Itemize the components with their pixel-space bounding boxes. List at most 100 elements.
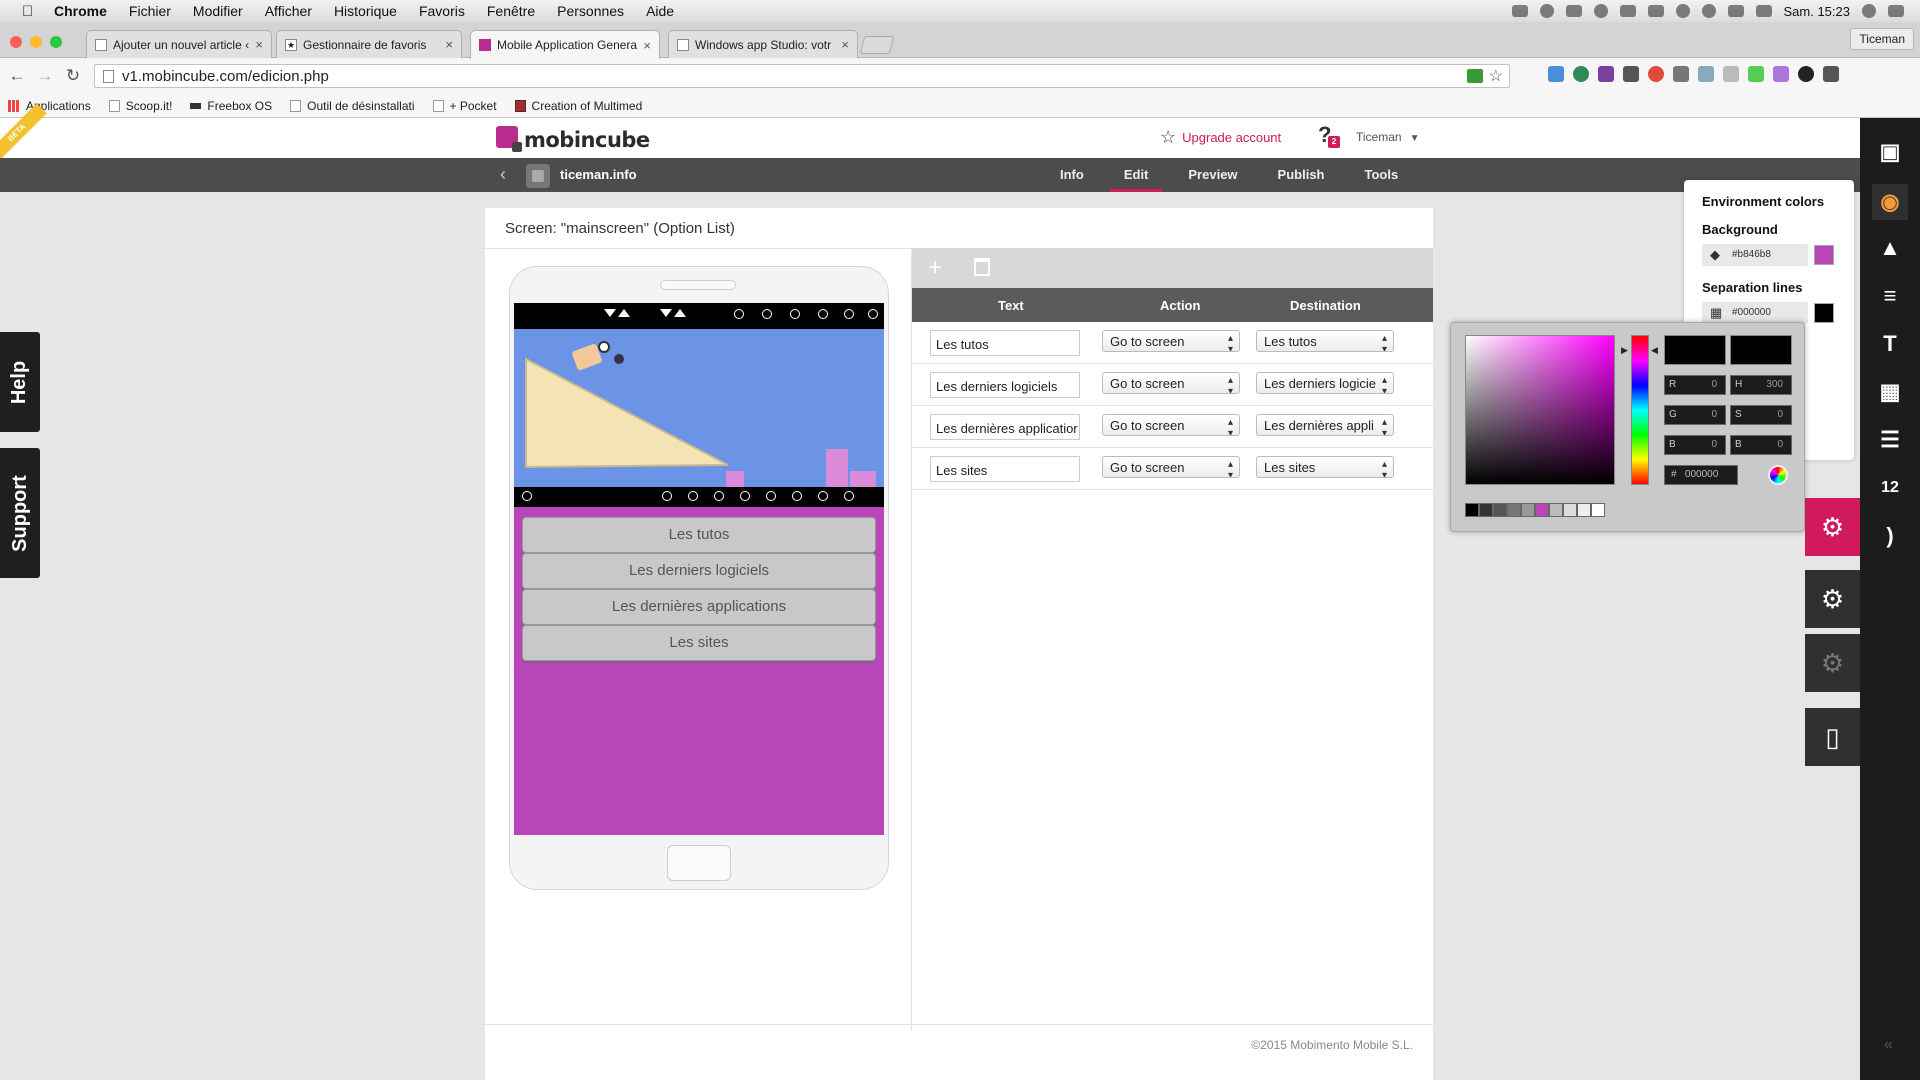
hex-field[interactable]: # 000000	[1664, 465, 1738, 485]
swatch[interactable]	[1577, 503, 1591, 517]
screen-image-icon[interactable]: ▣	[1872, 134, 1908, 170]
bookmark-star-icon[interactable]: ☆	[1489, 66, 1503, 86]
browser-tab-active[interactable]: Mobile Application Genera ×	[470, 30, 660, 59]
tab-edit[interactable]: Edit	[1109, 158, 1163, 192]
table-settings-button[interactable]: ⚙	[1805, 634, 1860, 692]
browser-tab[interactable]: Windows app Studio: votr ×	[668, 30, 858, 58]
extension-icon[interactable]	[1548, 66, 1564, 82]
menu-personnes[interactable]: Personnes	[546, 3, 635, 19]
help-side-tab[interactable]: Help	[0, 332, 40, 432]
menu-historique[interactable]: Historique	[323, 3, 408, 19]
list-icon[interactable]: ☰	[1872, 422, 1908, 458]
action-select[interactable]: Go to screen ▴ ▾	[1102, 372, 1240, 394]
calendar-icon[interactable]: 12	[1872, 470, 1908, 506]
pen-icon[interactable]	[1773, 66, 1789, 82]
tab-preview[interactable]: Preview	[1174, 158, 1251, 192]
action-select[interactable]: Go to screen ▴ ▾	[1102, 330, 1240, 352]
action-select[interactable]: Go to screen ▴ ▾	[1102, 456, 1240, 478]
swatch[interactable]	[1563, 503, 1577, 517]
destination-select[interactable]: Les sites ▴ ▾	[1256, 456, 1394, 478]
minimize-window-button[interactable]	[30, 36, 42, 48]
tab-close-button[interactable]: ×	[255, 37, 263, 52]
background-swatch[interactable]	[1814, 245, 1834, 265]
time-machine-icon[interactable]	[1675, 4, 1690, 18]
destination-select[interactable]: Les derniers logicie ▴ ▾	[1256, 372, 1394, 394]
swatch[interactable]	[1479, 503, 1493, 517]
profile-button[interactable]: Ticeman	[1850, 28, 1914, 50]
tab-tools[interactable]: Tools	[1351, 158, 1413, 192]
bookmark-creation[interactable]: Creation of Multimed	[514, 99, 642, 113]
tab-close-button[interactable]: ×	[841, 37, 849, 52]
swatch[interactable]	[1521, 503, 1535, 517]
forward-arrow-icon[interactable]: →	[34, 66, 56, 86]
menu-favoris[interactable]: Favoris	[408, 3, 476, 19]
hue-field[interactable]: H 300	[1730, 375, 1792, 395]
tab-close-button[interactable]: ×	[643, 38, 651, 53]
add-icon[interactable]: +	[928, 254, 942, 282]
image-icon[interactable]: ▲	[1872, 230, 1908, 266]
destination-select[interactable]: Les dernières appli ▴ ▾	[1256, 414, 1394, 436]
option-text-input[interactable]: Les derniers logiciels	[930, 372, 1080, 398]
bookmark-scoopit[interactable]: Scoop.it!	[108, 99, 172, 113]
extension-icon[interactable]	[1623, 66, 1639, 82]
support-side-tab[interactable]: Support	[0, 448, 40, 578]
upgrade-account-link[interactable]: ☆ Upgrade account	[1160, 127, 1281, 148]
chevron-left-icon[interactable]: ‹	[500, 164, 506, 185]
hue-slider[interactable]	[1631, 335, 1649, 485]
device-button[interactable]: ▯	[1805, 708, 1860, 766]
rss-icon[interactable]: )	[1872, 518, 1908, 554]
browser-tab[interactable]: ★ Gestionnaire de favoris ×	[276, 30, 462, 58]
browser-tab[interactable]: Ajouter un nouvel article ‹ I ×	[86, 30, 272, 58]
help-question-icon[interactable]: ? 2	[1318, 122, 1340, 148]
screen-settings-button[interactable]: ⚙	[1805, 498, 1860, 556]
option-button[interactable]: Les dernières applications	[522, 589, 876, 625]
bookmark-applications[interactable]: Applications	[8, 99, 91, 113]
extension-icon[interactable]	[1798, 66, 1814, 82]
swatch[interactable]	[1493, 503, 1507, 517]
swatch[interactable]	[1507, 503, 1521, 517]
option-button[interactable]: Les derniers logiciels	[522, 553, 876, 589]
blue-field[interactable]: B0	[1664, 435, 1726, 455]
menu-afficher[interactable]: Afficher	[254, 3, 323, 19]
trash-icon[interactable]	[974, 258, 990, 276]
text-icon[interactable]: T	[1872, 326, 1908, 362]
swatch[interactable]	[1591, 503, 1605, 517]
user-menu[interactable]: Ticeman ▼	[1356, 130, 1419, 144]
menu-app-chrome[interactable]: Chrome	[26, 3, 118, 19]
palette-icon[interactable]: ◉	[1872, 184, 1908, 220]
extension-icon[interactable]	[1748, 66, 1764, 82]
menu-fenetre[interactable]: Fenêtre	[476, 3, 546, 19]
apple-menu-icon[interactable]: 	[0, 3, 33, 20]
swatch[interactable]	[1535, 503, 1549, 517]
option-button[interactable]: Les tutos	[522, 517, 876, 553]
menu-fichier[interactable]: Fichier	[118, 3, 182, 19]
spotlight-icon[interactable]	[1862, 4, 1876, 18]
tab-close-button[interactable]: ×	[445, 37, 453, 52]
green-field[interactable]: G0	[1664, 405, 1726, 425]
saturation-field[interactable]: S0	[1730, 405, 1792, 425]
mobincube-logo[interactable]: mobincube	[496, 122, 650, 152]
airplay-icon[interactable]	[1619, 5, 1636, 17]
notification-center-icon[interactable]	[1888, 5, 1904, 17]
extension-icon[interactable]	[1648, 66, 1664, 82]
brightness-field[interactable]: B0	[1730, 435, 1792, 455]
address-bar[interactable]: v1.mobincube.com/edicion.php ☆	[94, 64, 1510, 88]
option-text-input[interactable]: Les tutos	[930, 330, 1080, 356]
clock[interactable]: Sam. 15:23	[1784, 4, 1851, 19]
swatch[interactable]	[1465, 503, 1479, 517]
swatch[interactable]	[1549, 503, 1563, 517]
collapse-icon[interactable]: «	[1884, 1036, 1893, 1054]
volume-icon[interactable]	[1755, 5, 1772, 17]
bookmark-pocket[interactable]: + Pocket	[432, 99, 497, 113]
bookmark-freebox[interactable]: Freebox OS	[190, 99, 272, 113]
red-field[interactable]: R0	[1664, 375, 1726, 395]
option-text-input[interactable]: Les dernières applicatior	[930, 414, 1080, 440]
page-settings-button[interactable]: ⚙	[1805, 570, 1860, 628]
menu-aide[interactable]: Aide	[635, 3, 685, 19]
separation-color-field[interactable]: ▦ #000000	[1702, 302, 1834, 324]
new-tab-button[interactable]	[859, 36, 895, 54]
tab-publish[interactable]: Publish	[1264, 158, 1339, 192]
share-icon[interactable]	[1467, 69, 1483, 83]
camera-icon[interactable]	[1698, 66, 1714, 82]
destination-select[interactable]: Les tutos ▴ ▾	[1256, 330, 1394, 352]
